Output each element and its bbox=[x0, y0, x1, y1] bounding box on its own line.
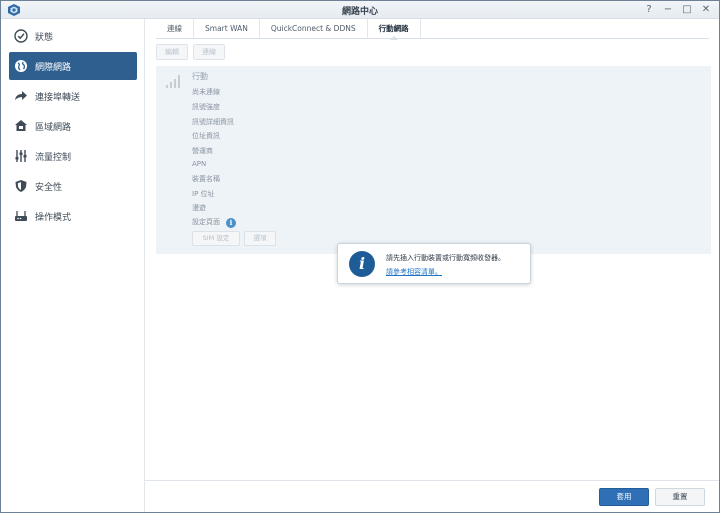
tab-connection[interactable]: 連線 bbox=[156, 19, 194, 39]
tab-quickconnect-ddns[interactable]: QuickConnect & DDNS bbox=[260, 19, 368, 39]
sidebar-item-status[interactable]: 狀態 bbox=[9, 22, 137, 50]
sidebar-item-label: 連接埠轉送 bbox=[35, 92, 81, 103]
maximize-button[interactable]: □ bbox=[680, 3, 694, 17]
footer: 套用 重置 bbox=[145, 480, 719, 512]
sidebar-item-security[interactable]: 安全性 bbox=[9, 172, 137, 200]
sidebar-item-label: 流量控制 bbox=[35, 152, 72, 163]
edit-button[interactable]: 編輯 bbox=[156, 44, 188, 60]
status-icon bbox=[13, 28, 29, 44]
sidebar-item-label: 安全性 bbox=[35, 182, 63, 193]
info-icon: i bbox=[349, 251, 375, 277]
field-ip-address: IP 位址 bbox=[192, 190, 215, 198]
popup-message: 請先插入行動裝置或行動寬頻收發器。 bbox=[386, 254, 505, 262]
field-address-info: 位址資訊 bbox=[192, 132, 220, 140]
mobile-heading: 行動 bbox=[192, 72, 208, 81]
field-settings-page: 設定頁面 bbox=[192, 218, 220, 226]
compatibility-list-link[interactable]: 請參考相容清單。 bbox=[386, 267, 442, 277]
options-button[interactable]: 選項 bbox=[244, 231, 276, 246]
sidebar-item-lan[interactable]: 區域網路 bbox=[9, 112, 137, 140]
minimize-button[interactable]: − bbox=[661, 3, 675, 17]
field-signal-strength: 訊號強度 bbox=[192, 103, 220, 111]
window-title: 網路中心 bbox=[341, 7, 378, 17]
sidebar-item-label: 狀態 bbox=[35, 32, 54, 43]
globe-icon bbox=[13, 58, 29, 74]
lan-icon bbox=[13, 118, 29, 134]
network-center-window: 網路中心 ? − □ ✕ 狀態 網際網路 連接埠轉送 區域網路 流量控制 安全性… bbox=[0, 0, 720, 513]
close-button[interactable]: ✕ bbox=[699, 3, 713, 17]
field-carrier: 營運商 bbox=[192, 147, 213, 155]
help-button[interactable]: ? bbox=[642, 3, 656, 17]
sim-settings-button[interactable]: SIM 設定 bbox=[192, 231, 240, 246]
title-bar[interactable]: 網路中心 ? − □ ✕ bbox=[1, 1, 719, 19]
tab-bar: 連線 Smart WAN QuickConnect & DDNS 行動網路 bbox=[156, 19, 709, 40]
router-icon bbox=[13, 208, 29, 224]
signal-strength-icon bbox=[166, 75, 180, 88]
tab-mobile-network[interactable]: 行動網路 bbox=[368, 19, 421, 40]
sidebar-item-label: 網際網路 bbox=[35, 62, 72, 73]
sidebar-item-traffic-control[interactable]: 流量控制 bbox=[9, 142, 137, 170]
port-forward-icon bbox=[13, 88, 29, 104]
tab-smart-wan[interactable]: Smart WAN bbox=[194, 19, 260, 39]
sidebar-item-label: 區域網路 bbox=[35, 122, 72, 133]
field-device-name: 裝置名稱 bbox=[192, 175, 220, 183]
sidebar-item-label: 操作模式 bbox=[35, 212, 72, 223]
notice-popup: i 請先插入行動裝置或行動寬頻收發器。 請參考相容清單。 bbox=[337, 243, 531, 284]
sidebar-item-operation-mode[interactable]: 操作模式 bbox=[9, 202, 137, 230]
field-roaming: 漫遊 bbox=[192, 204, 206, 212]
apply-button[interactable]: 套用 bbox=[599, 488, 649, 506]
traffic-control-icon bbox=[13, 148, 29, 164]
field-signal-details: 訊號詳細資訊 bbox=[192, 118, 234, 126]
info-icon[interactable]: i bbox=[226, 218, 236, 228]
connect-button[interactable]: 連線 bbox=[193, 44, 225, 60]
reset-button[interactable]: 重置 bbox=[655, 488, 705, 506]
connection-status: 尚未連線 bbox=[192, 88, 220, 96]
field-apn: APN bbox=[192, 160, 207, 168]
sidebar-item-port-forwarding[interactable]: 連接埠轉送 bbox=[9, 82, 137, 110]
sidebar: 狀態 網際網路 連接埠轉送 區域網路 流量控制 安全性 操作模式 bbox=[1, 19, 145, 512]
shield-icon bbox=[13, 178, 29, 194]
mobile-network-panel bbox=[156, 66, 711, 254]
sidebar-item-internet[interactable]: 網際網路 bbox=[9, 52, 137, 80]
